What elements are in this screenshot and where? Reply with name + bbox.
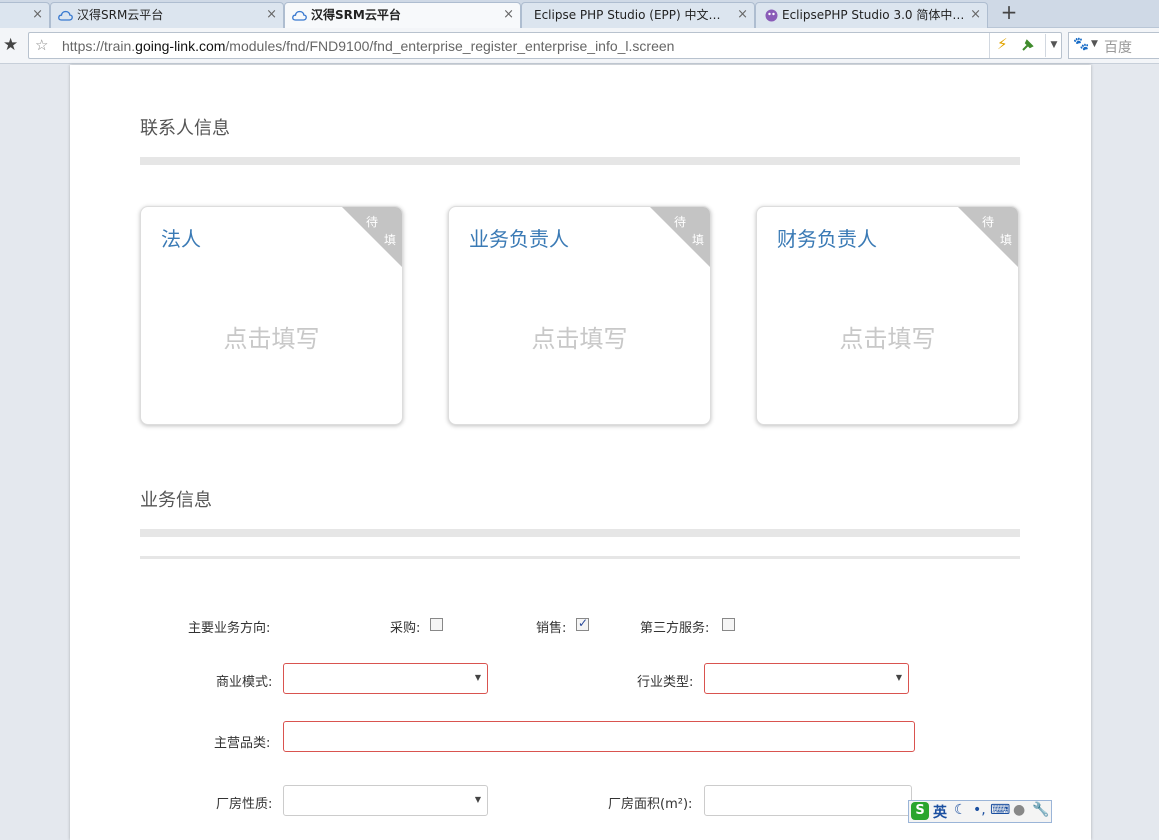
third-party-service-label: 第三方服务: <box>640 621 710 636</box>
cloud-icon <box>292 10 307 21</box>
main-category-input[interactable] <box>283 721 915 752</box>
search-box[interactable]: 🐾 ▼ 百度 <box>1068 32 1159 59</box>
pending-badge: 待 填 <box>958 207 1018 267</box>
user-icon[interactable]: ● <box>1013 802 1025 818</box>
tab-title: 汉得SRM云平台 <box>311 8 401 22</box>
card-title: 业务负责人 <box>469 227 569 251</box>
factory-area-input[interactable] <box>704 785 912 816</box>
card-title: 法人 <box>161 227 201 251</box>
sales-label: 销售: <box>536 621 567 636</box>
pending-badge: 待 填 <box>650 207 710 267</box>
page-content: 联系人信息 法人 点击填写 待 填 业务负责人 点击填写 待 填 财务负责人 点… <box>70 65 1091 840</box>
factory-nature-select[interactable]: ▼ <box>283 785 488 816</box>
keyboard-icon[interactable]: ⌨ <box>990 802 1010 818</box>
search-engine-dropdown-icon[interactable]: ▼ <box>1091 39 1098 49</box>
section-divider <box>140 529 1020 537</box>
industry-type-select[interactable]: ▼ <box>704 663 909 694</box>
purchase-checkbox[interactable] <box>430 618 443 631</box>
business-direction-label: 主要业务方向: <box>188 621 271 636</box>
business-model-label: 商业模式: <box>216 675 273 690</box>
business-section-title: 业务信息 <box>140 490 212 511</box>
business-model-select[interactable]: ▼ <box>283 663 488 694</box>
tab-close-icon[interactable]: × <box>503 3 514 27</box>
main-category-label: 主营品类: <box>214 736 271 751</box>
bookmarks-star-icon[interactable]: ★ <box>3 35 18 55</box>
pending-badge: 待 填 <box>342 207 402 267</box>
tab-partial[interactable]: × <box>0 2 50 28</box>
sales-checkbox[interactable] <box>576 616 589 631</box>
url-dropdown-icon[interactable]: ▼ <box>1045 34 1062 57</box>
wrench-icon[interactable]: 🔧 <box>1032 802 1049 818</box>
tab-close-icon[interactable]: × <box>266 3 277 27</box>
factory-area-label: 厂房面积(m²): <box>608 797 693 812</box>
tab-title: Eclipse PHP Studio (EPP) 中文版官... <box>534 8 732 22</box>
browser-nav-bar: ★ ☆ https://train.going-link.com/modules… <box>0 28 1159 64</box>
new-tab-button[interactable]: + <box>996 1 1022 25</box>
chevron-down-icon[interactable]: ▼ <box>475 673 481 682</box>
card-legal-person[interactable]: 法人 点击填写 待 填 <box>140 206 403 425</box>
section-divider-thin <box>140 556 1020 559</box>
card-hint: 点击填写 <box>223 325 320 353</box>
tab-title: 汉得SRM云平台 <box>77 8 164 22</box>
baidu-paw-icon[interactable]: 🐾 <box>1073 37 1089 52</box>
card-business-contact[interactable]: 业务负责人 点击填写 待 填 <box>448 206 711 425</box>
card-finance-contact[interactable]: 财务负责人 点击填写 待 填 <box>756 206 1019 425</box>
tab-eclipse-epp[interactable]: Eclipse PHP Studio (EPP) 中文版官... × <box>521 2 755 28</box>
section-divider <box>140 157 1020 165</box>
lightning-icon[interactable]: ⚡ <box>997 35 1008 53</box>
ime-toolbar[interactable]: S 英 ☾ •, ⌨ ● 🔧 <box>908 800 1052 823</box>
tab-close-icon[interactable]: × <box>970 3 981 27</box>
chevron-down-icon[interactable]: ▼ <box>475 795 481 804</box>
factory-nature-label: 厂房性质: <box>216 797 273 812</box>
tab-close-icon[interactable]: × <box>737 3 748 27</box>
ime-mode-toggle[interactable]: 英 <box>933 802 947 822</box>
address-bar[interactable]: ☆ https://train.going-link.com/modules/f… <box>28 32 1062 59</box>
tab-srm-1[interactable]: 汉得SRM云平台 × <box>50 2 284 28</box>
card-title: 财务负责人 <box>777 227 877 251</box>
moon-icon[interactable]: ☾ <box>954 802 967 818</box>
pin-icon[interactable] <box>1020 37 1036 53</box>
chevron-down-icon[interactable]: ▼ <box>896 673 902 682</box>
search-input[interactable]: 百度 <box>1104 37 1132 57</box>
browser-tab-bar: × 汉得SRM云平台 × 汉得SRM云平台 × Eclipse PHP Stud… <box>0 0 1159 29</box>
card-hint: 点击填写 <box>531 325 628 353</box>
tab-srm-2-active[interactable]: 汉得SRM云平台 × <box>284 2 521 29</box>
sogou-logo-icon[interactable]: S <box>911 802 929 820</box>
industry-type-label: 行业类型: <box>637 675 694 690</box>
tab-close-icon[interactable]: × <box>32 3 43 27</box>
punctuation-icon[interactable]: •, <box>973 802 986 818</box>
tab-eclipse-php-studio[interactable]: EclipsePHP Studio 3.0 简体中文... × <box>755 2 988 28</box>
cloud-icon <box>58 10 73 21</box>
contact-section-title: 联系人信息 <box>140 118 230 139</box>
purchase-label: 采购: <box>390 621 421 636</box>
url-actions: ⚡ ▼ <box>989 33 1061 58</box>
favorite-star-icon[interactable]: ☆ <box>35 36 48 54</box>
tab-title: EclipsePHP Studio 3.0 简体中文... <box>782 8 965 22</box>
php-elephant-icon <box>765 9 778 22</box>
card-hint: 点击填写 <box>839 325 936 353</box>
third-party-service-checkbox[interactable] <box>722 618 735 631</box>
url-text[interactable]: https://train.going-link.com/modules/fnd… <box>62 38 674 54</box>
